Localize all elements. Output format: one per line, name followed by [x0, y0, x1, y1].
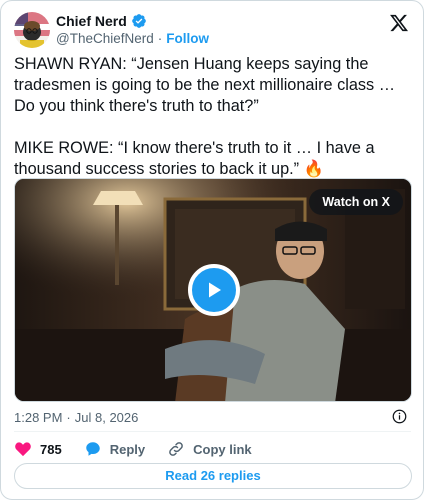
separator-dot: · [66, 409, 71, 425]
tweet-actions: 785 Reply Copy link [14, 439, 274, 459]
tweet-header: Chief Nerd @TheChiefNerd · Follow [14, 12, 411, 48]
copy-link-button[interactable]: Copy link [167, 440, 252, 458]
like-button[interactable]: 785 [14, 440, 62, 458]
tweet-date: Jul 8, 2026 [74, 409, 139, 425]
author-display-name[interactable]: Chief Nerd [56, 13, 127, 29]
author-name-row: Chief Nerd [56, 13, 147, 29]
play-button[interactable] [188, 264, 240, 316]
verified-badge-icon [131, 13, 147, 29]
divider [14, 431, 411, 432]
author-handle-row: @TheChiefNerd · Follow [56, 31, 209, 46]
play-icon [209, 282, 221, 298]
reply-bubble-icon [85, 442, 100, 456]
tweet-timestamp[interactable]: 1:28 PM · Jul 8, 2026 [14, 408, 411, 426]
x-logo-icon[interactable] [389, 13, 409, 33]
reply-button[interactable]: Reply [84, 440, 145, 458]
follow-button[interactable]: Follow [166, 31, 209, 46]
video-player[interactable]: Watch on X [14, 178, 412, 402]
avatar[interactable] [14, 12, 50, 48]
separator-dot: · [157, 31, 163, 46]
watch-on-x-button[interactable]: Watch on X [309, 189, 403, 215]
like-count: 785 [40, 441, 62, 457]
tweet-card: Chief Nerd @TheChiefNerd · Follow SHAWN … [0, 0, 424, 500]
copy-link-label: Copy link [193, 441, 252, 457]
tweet-time: 1:28 PM [14, 409, 63, 425]
read-replies-button[interactable]: Read 26 replies [14, 463, 412, 489]
author-handle[interactable]: @TheChiefNerd [56, 31, 154, 46]
reply-label: Reply [109, 441, 146, 457]
link-icon [169, 442, 183, 456]
heart-icon [15, 442, 31, 457]
tweet-text: SHAWN RYAN: “Jensen Huang keeps saying t… [14, 55, 395, 178]
info-icon[interactable] [392, 409, 407, 424]
